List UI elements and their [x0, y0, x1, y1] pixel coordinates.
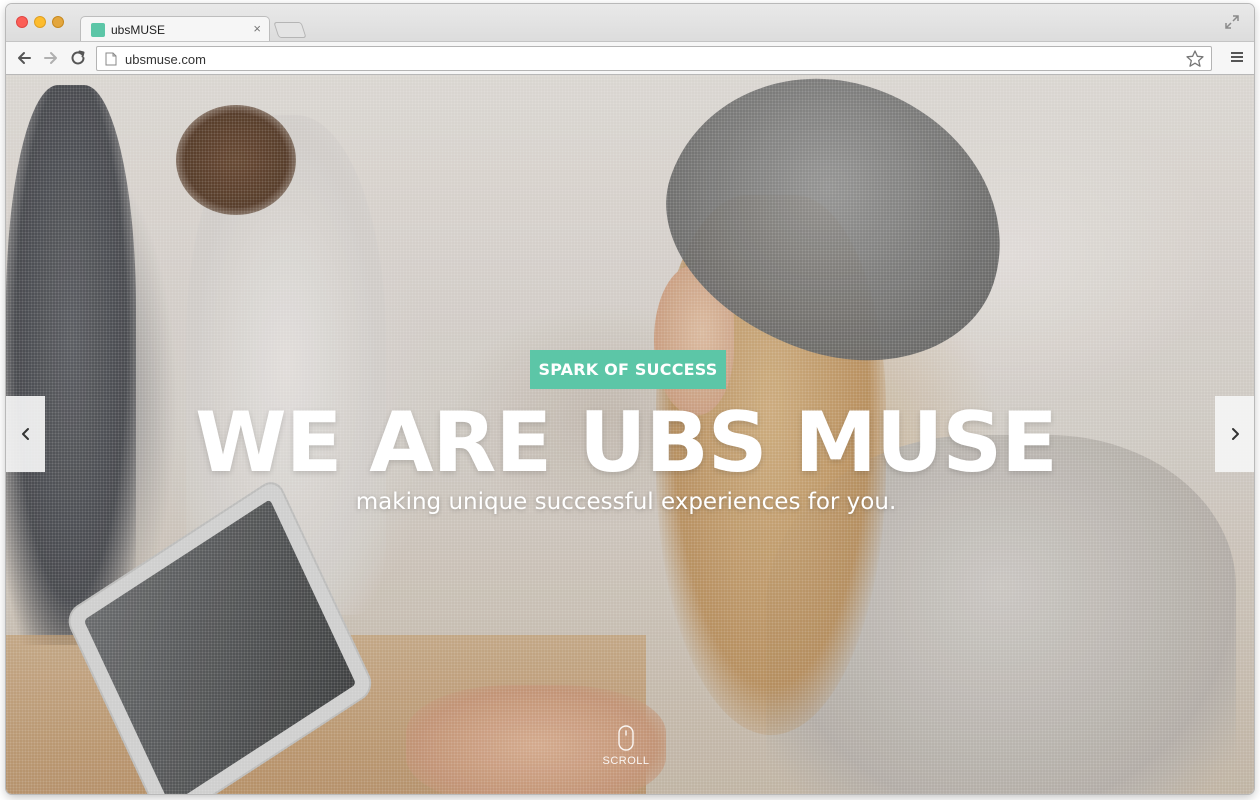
- browser-toolbar: ubsmuse.com: [6, 41, 1254, 75]
- back-arrow-icon[interactable]: [13, 47, 35, 69]
- hero-subline: making unique successful experiences for…: [355, 489, 897, 515]
- tab-strip: ubsMUSE ×: [6, 4, 1254, 42]
- tab-close-button[interactable]: ×: [253, 21, 261, 36]
- url-text[interactable]: ubsmuse.com: [125, 52, 206, 67]
- minimize-window-button[interactable]: [34, 16, 46, 28]
- forward-arrow-icon[interactable]: [40, 47, 62, 69]
- star-icon[interactable]: [1185, 49, 1205, 69]
- page-icon: [105, 52, 117, 66]
- fullscreen-icon[interactable]: [1224, 14, 1240, 30]
- hero-badge: SPARK OF SUCCESS: [530, 350, 726, 389]
- chevron-left-icon: [21, 428, 29, 440]
- hamburger-menu-icon[interactable]: [1230, 50, 1244, 64]
- slider-prev-button[interactable]: [6, 396, 45, 472]
- reload-icon[interactable]: [67, 47, 89, 69]
- maximize-window-button[interactable]: [52, 16, 64, 28]
- browser-window: ubsMUSE × ubsmuse.com SPARK OF SUCCESS W…: [6, 4, 1254, 794]
- tab-title: ubsMUSE: [111, 23, 166, 37]
- new-tab-button[interactable]: [273, 22, 307, 38]
- address-bar[interactable]: ubsmuse.com: [96, 46, 1212, 71]
- scroll-label: SCROLL: [602, 755, 650, 767]
- mouse-icon: [618, 725, 634, 751]
- chevron-right-icon: [1231, 428, 1239, 440]
- close-window-button[interactable]: [16, 16, 28, 28]
- hero-headline: WE ARE UBS MUSE: [195, 394, 1058, 491]
- slider-next-button[interactable]: [1215, 396, 1254, 472]
- page-viewport: SPARK OF SUCCESS WE ARE UBS MUSE making …: [6, 75, 1254, 794]
- scroll-indicator[interactable]: SCROLL: [596, 725, 656, 775]
- favicon-icon: [91, 23, 105, 37]
- browser-tab[interactable]: ubsMUSE ×: [80, 16, 270, 42]
